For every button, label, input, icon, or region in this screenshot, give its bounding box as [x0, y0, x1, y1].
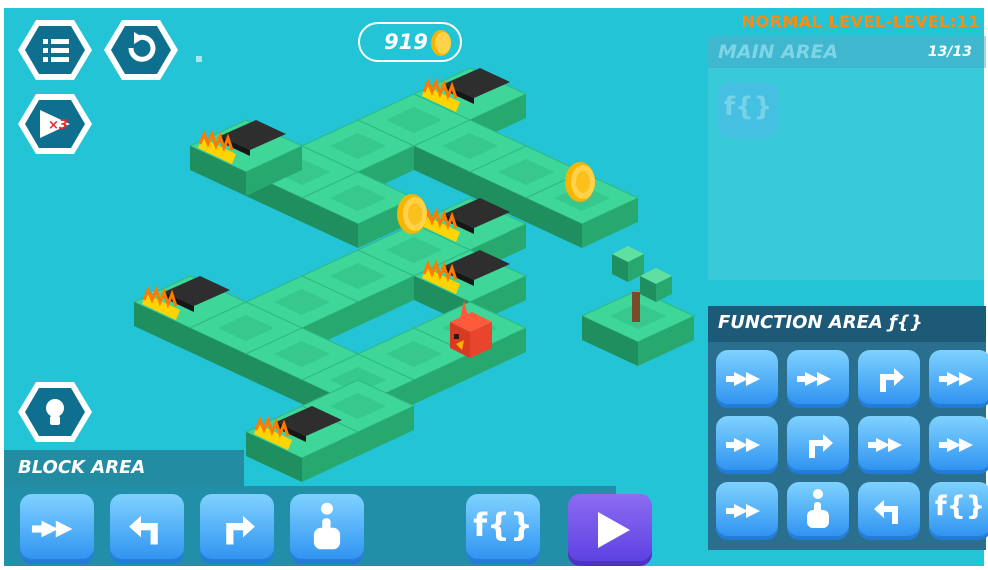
main-area-function-slot[interactable]: f{} — [718, 82, 778, 138]
double-chevron-right-icon — [726, 438, 760, 452]
function-icon: f{} — [934, 491, 986, 522]
hint-button[interactable] — [18, 380, 92, 444]
play-icon — [598, 512, 630, 548]
function-area-tile-forward[interactable] — [787, 350, 849, 408]
function-area-tile-turn-right[interactable] — [858, 350, 920, 408]
function-icon: f{} — [473, 506, 533, 544]
turn-right-arrow-icon — [880, 368, 904, 392]
double-chevron-right-icon — [797, 372, 831, 386]
function-area-tile-forward[interactable] — [929, 350, 988, 408]
game-screen: ×3 919 NORMAL LEVEL-LEVEL:11 MAIN AREA 1… — [0, 0, 988, 570]
turn-right-arrow-icon — [226, 515, 255, 545]
turn-right-arrow-icon — [809, 434, 833, 458]
block-area-tile-turn-left[interactable] — [110, 494, 184, 564]
hand-tap-icon — [807, 489, 829, 528]
double-chevron-right-icon — [939, 372, 973, 386]
speed-label: ×3 — [48, 118, 68, 133]
function-area-tile-forward[interactable] — [716, 416, 778, 474]
double-chevron-right-icon — [726, 504, 760, 518]
function-area-tile-forward[interactable] — [716, 350, 778, 408]
coin-counter: 919 — [358, 22, 462, 62]
function-area-tile-function[interactable]: f{} — [929, 482, 988, 540]
block-area-tile-action[interactable] — [290, 494, 364, 564]
turn-left-arrow-icon — [874, 500, 898, 524]
function-block-button[interactable]: f{} — [466, 494, 540, 564]
double-chevron-right-icon — [868, 438, 902, 452]
function-icon: f{} — [723, 92, 773, 122]
function-area-tile-turn-right[interactable] — [787, 416, 849, 474]
speed-button[interactable]: ×3 — [18, 92, 92, 156]
restart-button[interactable] — [104, 18, 178, 82]
turn-left-arrow-icon — [129, 515, 158, 545]
function-area-tile-forward[interactable] — [716, 482, 778, 540]
block-area-tile-forward[interactable] — [20, 494, 94, 564]
function-area-tile-action[interactable] — [787, 482, 849, 540]
double-chevron-right-icon — [31, 520, 73, 538]
lightbulb-icon — [18, 382, 92, 442]
function-area-tile-forward[interactable] — [929, 416, 988, 474]
level-title: NORMAL LEVEL-LEVEL:11 — [741, 12, 980, 31]
block-area-title: BLOCK AREA — [18, 457, 146, 478]
function-area-tile-turn-left[interactable] — [858, 482, 920, 540]
fast-forward-icon: ×3 — [18, 94, 92, 154]
refresh-icon — [104, 20, 178, 80]
function-area-panel: FUNCTION AREA ƒ{} f{} — [708, 306, 988, 550]
coin-count: 919 — [384, 30, 428, 54]
menu-button[interactable] — [18, 18, 92, 82]
main-area-panel[interactable]: MAIN AREA 13/13 f{} — [708, 36, 986, 280]
coin-icon — [431, 30, 451, 56]
block-area-header: BLOCK AREA — [4, 450, 244, 486]
hand-tap-icon — [313, 502, 341, 550]
function-area-header: FUNCTION AREA ƒ{} — [708, 306, 986, 342]
play-button[interactable] — [568, 494, 652, 566]
block-area-tile-turn-right[interactable] — [200, 494, 274, 564]
function-area-tile-forward[interactable] — [858, 416, 920, 474]
double-chevron-right-icon — [939, 438, 973, 452]
double-chevron-right-icon — [726, 372, 760, 386]
main-area-count: 13/13 — [927, 44, 972, 60]
main-area-title: MAIN AREA — [718, 41, 839, 63]
list-icon — [18, 20, 92, 80]
main-area-header: MAIN AREA 13/13 — [708, 36, 986, 68]
function-area-title: FUNCTION AREA ƒ{} — [718, 312, 923, 333]
